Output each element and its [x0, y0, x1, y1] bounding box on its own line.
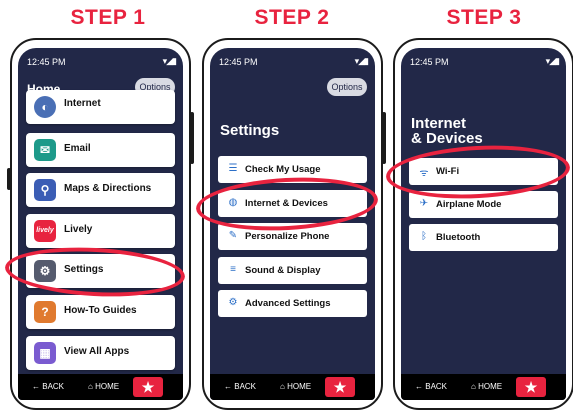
list-icon: ☰	[228, 163, 238, 174]
back-label: BACK	[234, 382, 257, 391]
airplane-icon: ✈	[419, 198, 429, 209]
step-3-title: STEP 3	[446, 6, 522, 29]
bottom-nav-bar: ← BACK ⌂ HOME ★	[401, 374, 566, 400]
bluetooth-icon: ᛒ	[421, 231, 427, 242]
settings-item-label: Airplane Mode	[436, 199, 502, 210]
back-button[interactable]: ← BACK	[415, 382, 447, 391]
settings-item-advanced-settings[interactable]: ⚙ Advanced Settings	[218, 290, 367, 317]
star-icon: ★	[141, 379, 155, 395]
settings-item-label: Advanced Settings	[245, 298, 331, 309]
globe-icon: ◐	[34, 96, 56, 118]
home-icon: ⌂	[280, 382, 285, 391]
urgent-response-button[interactable]: ★	[325, 377, 355, 397]
signal-battery-icon: ▾◢▮	[354, 56, 369, 66]
settings-item-bluetooth[interactable]: ᛒ Bluetooth	[409, 224, 558, 251]
lively-logo-icon: lively	[34, 220, 56, 242]
status-bar: 12:45 PM ▾◢▮	[18, 48, 183, 74]
home-label: HOME	[287, 382, 312, 391]
app-label: Maps & Directions	[64, 183, 152, 194]
status-time: 12:45 PM	[27, 57, 66, 67]
back-arrow-icon: ←	[224, 382, 232, 391]
signal-battery-icon: ▾◢▮	[162, 56, 177, 66]
side-button	[382, 112, 386, 164]
star-icon: ★	[524, 379, 538, 395]
status-bar: 12:45 PM ▾◢▮	[401, 48, 566, 74]
app-label: How-To Guides	[64, 305, 137, 316]
options-button[interactable]: Options	[327, 78, 367, 96]
home-button[interactable]: ⌂ HOME	[280, 382, 311, 391]
gear-icon: ⚙	[228, 297, 238, 308]
sliders-icon: ≡	[230, 264, 236, 275]
page-title-line-1: Internet	[411, 115, 467, 132]
phone-step-3: 12:45 PM ▾◢▮ Internet & Devices ᯤ Wi-Fi …	[393, 38, 573, 410]
step-2-title: STEP 2	[254, 6, 330, 29]
status-time: 12:45 PM	[410, 57, 449, 67]
back-label: BACK	[425, 382, 448, 391]
page-title-line-2: & Devices	[411, 130, 483, 147]
settings-item-label: Personalize Phone	[245, 231, 330, 242]
signal-battery-icon: ▾◢▮	[545, 56, 560, 66]
side-button	[7, 168, 11, 190]
app-item-view-all-apps[interactable]: ▦ View All Apps	[26, 336, 175, 370]
app-label: View All Apps	[64, 346, 130, 357]
step-1-title: STEP 1	[70, 6, 146, 29]
urgent-response-button[interactable]: ★	[516, 377, 546, 397]
settings-item-label: Bluetooth	[436, 232, 481, 243]
app-label: Email	[64, 143, 91, 154]
page-title: Settings	[220, 122, 280, 139]
brush-icon: ✎	[228, 230, 238, 241]
home-button[interactable]: ⌂ HOME	[88, 382, 119, 391]
status-bar: 12:45 PM ▾◢▮	[210, 48, 375, 74]
app-label: Lively	[64, 224, 93, 235]
question-icon: ?	[34, 301, 56, 323]
grid-icon: ▦	[34, 342, 56, 364]
email-icon: ✉	[34, 139, 56, 161]
back-button[interactable]: ← BACK	[224, 382, 256, 391]
home-screen: 12:45 PM ▾◢▮ Home Options ◐ Internet ✉ E…	[18, 48, 183, 400]
settings-item-label: Check My Usage	[245, 164, 321, 175]
app-item-internet[interactable]: ◐ Internet	[26, 90, 175, 124]
home-icon: ⌂	[471, 382, 476, 391]
app-item-email[interactable]: ✉ Email	[26, 133, 175, 167]
urgent-response-button[interactable]: ★	[133, 377, 163, 397]
app-item-lively[interactable]: lively Lively	[26, 214, 175, 248]
app-item-how-to-guides[interactable]: ? How-To Guides	[26, 295, 175, 329]
internet-devices-screen: 12:45 PM ▾◢▮ Internet & Devices ᯤ Wi-Fi …	[401, 48, 566, 400]
side-button	[190, 112, 194, 164]
bottom-nav-bar: ← BACK ⌂ HOME ★	[210, 374, 375, 400]
phone-step-1: 12:45 PM ▾◢▮ Home Options ◐ Internet ✉ E…	[7, 38, 194, 410]
home-label: HOME	[95, 382, 120, 391]
back-button[interactable]: ← BACK	[32, 382, 64, 391]
bottom-nav-bar: ← BACK ⌂ HOME ★	[18, 374, 183, 400]
home-icon: ⌂	[88, 382, 93, 391]
app-item-maps[interactable]: ⚲ Maps & Directions	[26, 173, 175, 207]
map-pin-icon: ⚲	[34, 179, 56, 201]
settings-item-sound-display[interactable]: ≡ Sound & Display	[218, 257, 367, 284]
back-arrow-icon: ←	[415, 382, 423, 391]
settings-item-label: Sound & Display	[245, 265, 321, 276]
home-button[interactable]: ⌂ HOME	[471, 382, 502, 391]
home-label: HOME	[478, 382, 503, 391]
status-time: 12:45 PM	[219, 57, 258, 67]
star-icon: ★	[333, 379, 347, 395]
back-label: BACK	[42, 382, 65, 391]
back-arrow-icon: ←	[32, 382, 40, 391]
page-title: Internet & Devices	[411, 116, 483, 146]
app-label: Internet	[64, 98, 101, 109]
